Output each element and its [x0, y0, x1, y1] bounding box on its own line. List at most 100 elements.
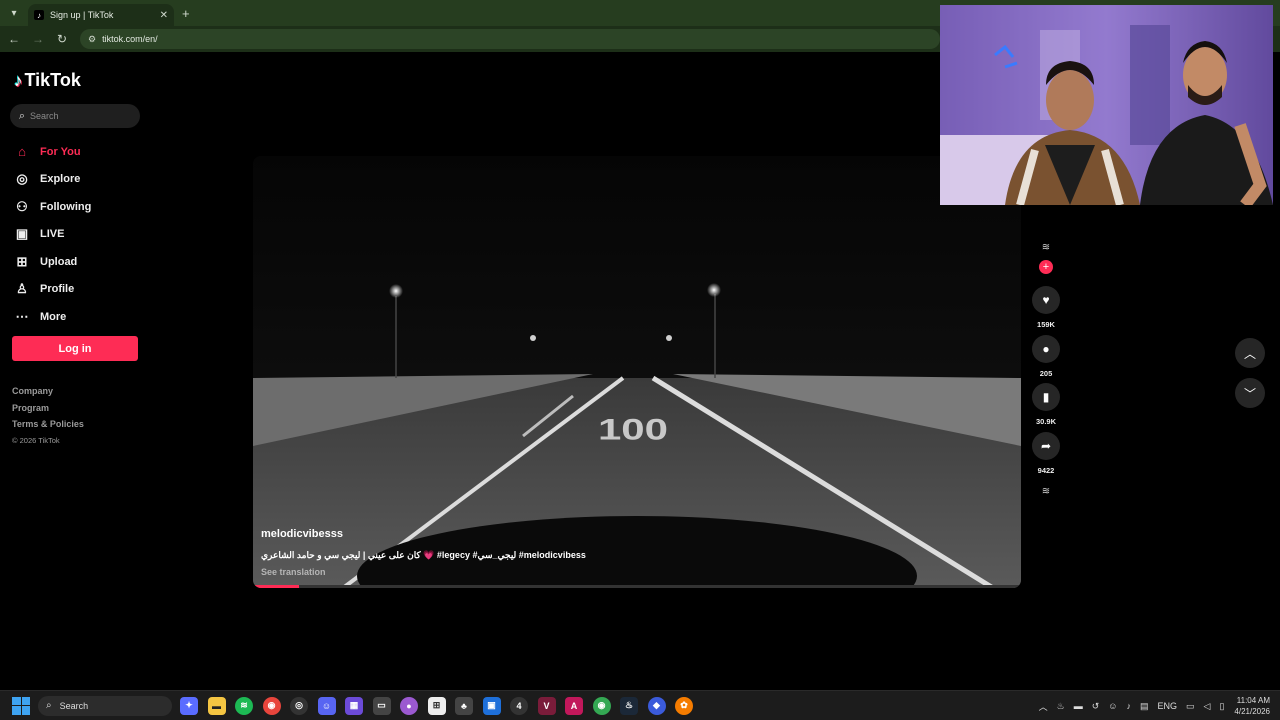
search-input[interactable]: ⌕ Search — [10, 104, 140, 128]
webcam-image — [940, 5, 1273, 205]
footer-link-program[interactable]: Program — [12, 403, 84, 420]
home-icon: ⌂ — [18, 144, 26, 160]
tray-app-icon[interactable]: ▬ — [1074, 701, 1083, 711]
keyboard-icon[interactable]: ▤ — [1140, 701, 1149, 712]
gamepad-icon[interactable]: ♣ — [455, 696, 473, 715]
sidebar-item-upload[interactable]: ⊞ Upload — [12, 248, 142, 276]
sidebar-nav: ⌂ For You ◎ Explore ⚇ Following ▣ LIVE ⊞… — [12, 138, 142, 331]
copyright: © 2026 TikTok — [12, 435, 60, 445]
footer-links: Company Program Terms & Policies © 2026 … — [12, 386, 84, 452]
orange-app-icon[interactable]: ✿ — [675, 696, 693, 715]
video-progress-bar[interactable] — [253, 585, 1021, 588]
v-app-icon[interactable]: V — [537, 696, 556, 715]
sidebar-item-explore[interactable]: ◎ Explore — [12, 166, 142, 194]
sidebar-item-label: More — [40, 310, 67, 323]
url-text: tiktok.com/en/ — [102, 34, 158, 44]
next-video-button[interactable]: ﹀ — [1235, 378, 1265, 408]
steam-icon[interactable]: ♨ — [620, 696, 638, 715]
close-tab-icon[interactable]: ✕ — [160, 10, 168, 21]
bookmark-icon[interactable]: ▮ — [1032, 383, 1060, 411]
windows-start-icon[interactable] — [12, 696, 30, 715]
search-icon: ⌕ — [18, 109, 26, 122]
logo-text: TikTok — [24, 70, 81, 90]
blue-app-icon[interactable]: ▣ — [482, 696, 501, 715]
tray-overflow-icon[interactable]: ︿ — [1039, 700, 1048, 713]
video-progress-fill — [253, 585, 300, 588]
a-app-icon[interactable]: A — [565, 696, 583, 715]
grid-app-icon[interactable]: ▦ — [345, 696, 363, 715]
language-indicator[interactable]: ENG — [1158, 701, 1178, 711]
spotify-icon[interactable]: ≋ — [235, 696, 253, 715]
sidebar-item-label: Following — [40, 200, 92, 213]
chevron-up-icon: ︿ — [1243, 346, 1256, 361]
4k-app-icon[interactable]: 4 — [510, 696, 528, 715]
tab-search-button[interactable]: ▾ — [4, 3, 24, 23]
comment-count: 205 — [1039, 369, 1053, 378]
tiktok-favicon-icon: ♪ — [34, 10, 44, 20]
back-icon[interactable]: ← — [2, 32, 26, 46]
sidebar-item-for-you[interactable]: ⌂ For You — [12, 138, 142, 166]
sidebar-item-more[interactable]: ⋯ More — [12, 303, 142, 331]
battery-icon[interactable]: ▯ — [1219, 701, 1224, 712]
share-icon[interactable]: ➦ — [1032, 432, 1060, 460]
taskbar-search[interactable]: ⌕ Search — [38, 695, 172, 716]
taskbar: ⌕ Search ✦ ▬ ≋ ◉ ◎ ☺ ▦ ▭ ● ⊞ ♣ ▣ 4 V A ◉… — [0, 690, 1280, 720]
video-username[interactable]: melodicvibesss — [261, 528, 343, 540]
obs-icon[interactable]: ◎ — [290, 696, 308, 715]
chrome-icon[interactable]: ◉ — [262, 696, 281, 715]
save-count: 30.9K — [1035, 417, 1056, 426]
upload-icon: ⊞ — [16, 253, 28, 269]
copilot-icon[interactable]: ✦ — [180, 696, 198, 715]
new-tab-button[interactable]: + — [182, 6, 190, 21]
tab-title: Sign up | TikTok — [50, 10, 114, 20]
terminal-icon[interactable]: ▭ — [372, 696, 391, 715]
network-icon[interactable]: ▭ — [1186, 701, 1195, 712]
heart-icon[interactable]: ♥ — [1032, 286, 1060, 314]
share-action[interactable]: ➦ 9422 — [1031, 432, 1061, 475]
mic-icon[interactable]: ♪ — [1126, 701, 1131, 711]
comment-icon[interactable]: ● — [1032, 335, 1060, 363]
browser-tab[interactable]: ♪ Sign up | TikTok ✕ — [28, 4, 174, 26]
tray-app-2-icon[interactable]: ↺ — [1092, 701, 1100, 712]
file-explorer-icon[interactable]: ▬ — [207, 696, 226, 715]
video-player[interactable]: 100 melodicvibesss كان على عيني | ليجي س… — [253, 156, 1021, 588]
reload-icon[interactable]: ↻ — [50, 32, 74, 46]
clock-time: 11:04 AM — [1236, 696, 1270, 705]
forward-icon[interactable]: → — [26, 32, 50, 46]
store-icon[interactable]: ⊞ — [427, 696, 446, 715]
sidebar-item-label: Upload — [40, 255, 78, 268]
ea-icon[interactable]: ◆ — [647, 696, 666, 715]
tiktok-logo[interactable]: ♪ TikTok — [14, 70, 81, 91]
discord-icon[interactable]: ☺ — [317, 696, 336, 715]
tiktok-note-icon: ♪ — [14, 70, 23, 90]
follow-plus-icon[interactable]: + — [1039, 260, 1053, 274]
sidebar-item-label: Explore — [40, 173, 81, 186]
sidebar-item-following[interactable]: ⚇ Following — [12, 193, 142, 221]
save-action[interactable]: ▮ 30.9K — [1031, 383, 1061, 426]
like-action[interactable]: ♥ 159K — [1031, 286, 1061, 329]
footer-link-company[interactable]: Company — [12, 386, 84, 403]
webcam-overlay — [940, 5, 1273, 205]
clock[interactable]: 11:04 AM 4/21/2026 — [1234, 695, 1270, 717]
video-caption: كان على عيني | ليجي سي و حامد الشاعري 💗 … — [261, 550, 586, 560]
following-icon: ⚇ — [16, 198, 28, 214]
sidebar-item-live[interactable]: ▣ LIVE — [12, 221, 142, 249]
music-disc-icon[interactable]: ≋ — [1035, 486, 1057, 497]
previous-video-button[interactable]: ︿ — [1235, 338, 1265, 368]
footer-link-terms[interactable]: Terms & Policies — [12, 419, 84, 436]
site-info-icon[interactable]: ⚙ — [88, 34, 96, 45]
more-icon: ⋯ — [15, 308, 29, 324]
address-bar[interactable]: ⚙ tiktok.com/en/ — [80, 29, 940, 49]
comment-action[interactable]: ● 205 — [1031, 335, 1061, 378]
sidebar-item-profile[interactable]: ♙ Profile — [12, 276, 142, 304]
steam-tray-icon[interactable]: ♨ — [1057, 701, 1065, 712]
chrome-profile-icon[interactable]: ◉ — [592, 696, 611, 715]
sidebar-item-label: For You — [40, 145, 81, 158]
discord-tray-icon[interactable]: ☺ — [1108, 701, 1117, 711]
purple-app-icon[interactable]: ● — [400, 696, 418, 715]
creator-avatar[interactable]: ≋ — [1035, 242, 1057, 260]
volume-icon[interactable]: ◁ — [1204, 701, 1211, 712]
screen: ▾ ♪ Sign up | TikTok ✕ + ← → ↻ ⚙ tiktok.… — [0, 0, 1280, 720]
see-translation-link[interactable]: See translation — [261, 567, 326, 577]
login-button[interactable]: Log in — [12, 336, 138, 361]
